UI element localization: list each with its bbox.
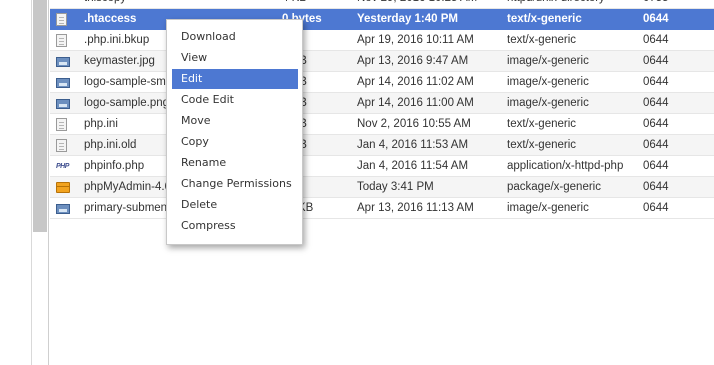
table-row[interactable]: keymaster.jpg 7 KB Apr 13, 2016 9:47 AM …	[50, 51, 714, 72]
menu-item-download[interactable]: Download	[172, 27, 298, 47]
text-file-icon	[56, 34, 70, 47]
table-row[interactable]: .php.ini.bkup KB Apr 19, 2016 10:11 AM t…	[50, 30, 714, 51]
file-modified: Yesterday 1:40 PM	[357, 13, 459, 25]
file-modified: Apr 13, 2016 9:47 AM	[357, 55, 469, 67]
file-modified: Jan 4, 2016 11:53 AM	[357, 139, 469, 151]
menu-item-rename[interactable]: Rename	[172, 153, 298, 173]
table-row[interactable]: php.ini.old 1 KB Jan 4, 2016 11:53 AM te…	[50, 135, 714, 156]
file-permissions: 0644	[643, 118, 669, 130]
text-file-icon	[56, 13, 70, 26]
file-type: text/x-generic	[507, 118, 577, 130]
menu-item-change-permissions[interactable]: Change Permissions	[172, 174, 298, 194]
table-row[interactable]: logo-sample.png 5 KB Apr 14, 2016 11:00 …	[50, 93, 714, 114]
table-row[interactable]: .htaccess 0 bytes Yesterday 1:40 PM text…	[50, 9, 714, 30]
file-permissions: 0755	[643, 0, 693, 8]
file-permissions: 0644	[643, 139, 669, 151]
file-permissions: 0644	[643, 55, 669, 67]
table-row[interactable]: logo-sample-sm.p 3 KB Apr 14, 2016 11:02…	[50, 72, 714, 93]
menu-item-move[interactable]: Move	[172, 111, 298, 131]
file-type: text/x-generic	[507, 13, 582, 25]
file-type: text/x-generic	[507, 139, 577, 151]
file-modified: Apr 14, 2016 11:00 AM	[357, 97, 474, 109]
file-type: package/x-generic	[507, 181, 601, 193]
menu-item-copy[interactable]: Copy	[172, 132, 298, 152]
file-list: thiscopy 4 KB Nov 29, 2016 10:25 AM http…	[50, 0, 714, 365]
file-permissions: 0644	[643, 34, 669, 46]
table-row[interactable]: php.ini 3 KB Nov 2, 2016 10:55 AM text/x…	[50, 114, 714, 135]
file-permissions: 0644	[643, 76, 669, 88]
menu-item-edit[interactable]: Edit	[172, 69, 298, 89]
file-type: image/x-generic	[507, 97, 589, 109]
file-type: image/x-generic	[507, 202, 589, 214]
menu-item-code-edit[interactable]: Code Edit	[172, 90, 298, 110]
file-permissions: 0644	[643, 13, 669, 25]
file-type: httpd/unix-directory	[507, 0, 637, 8]
menu-item-compress[interactable]: Compress	[172, 216, 298, 236]
file-type: text/x-generic	[507, 34, 577, 46]
image-file-icon	[56, 97, 70, 110]
file-modified: Jan 4, 2016 11:54 AM	[357, 160, 469, 172]
php-file-icon: PHP	[56, 163, 69, 170]
file-type: image/x-generic	[507, 76, 589, 88]
image-file-icon	[56, 202, 70, 215]
package-icon	[56, 181, 70, 194]
left-panel-edge	[0, 0, 31, 365]
file-permissions: 0644	[643, 202, 669, 214]
file-permissions: 0644	[643, 181, 669, 193]
scrollbar-thumb[interactable]	[33, 0, 47, 232]
file-type: image/x-generic	[507, 55, 589, 67]
context-menu: Download View Edit Code Edit Move Copy R…	[166, 19, 303, 245]
file-modified: Nov 2, 2016 10:55 AM	[357, 118, 471, 130]
text-file-icon	[56, 118, 70, 131]
file-modified: Apr 19, 2016 10:11 AM	[357, 34, 474, 46]
image-file-icon	[56, 76, 70, 89]
table-row[interactable]: primary-submenu 01 KB Apr 13, 2016 11:13…	[50, 198, 714, 219]
menu-item-delete[interactable]: Delete	[172, 195, 298, 215]
file-modified: Today 3:41 PM	[357, 181, 434, 193]
image-file-icon	[56, 55, 70, 68]
text-file-icon	[56, 139, 70, 152]
file-modified: Nov 29, 2016 10:25 AM	[357, 0, 497, 8]
table-row[interactable]: thiscopy 4 KB Nov 29, 2016 10:25 AM http…	[50, 0, 714, 9]
table-row[interactable]: phpMyAdmin-4.6. tes Today 3:41 PM packag…	[50, 177, 714, 198]
file-type: application/x-httpd-php	[507, 160, 624, 172]
file-name: thiscopy	[84, 0, 284, 8]
file-size: 4 KB	[282, 0, 352, 8]
file-modified: Apr 13, 2016 11:13 AM	[357, 202, 474, 214]
file-modified: Apr 14, 2016 11:02 AM	[357, 76, 474, 88]
table-row[interactable]: PHP phpinfo.php ytes Jan 4, 2016 11:54 A…	[50, 156, 714, 177]
file-permissions: 0644	[643, 97, 669, 109]
file-permissions: 0644	[643, 160, 669, 172]
menu-item-view[interactable]: View	[172, 48, 298, 68]
